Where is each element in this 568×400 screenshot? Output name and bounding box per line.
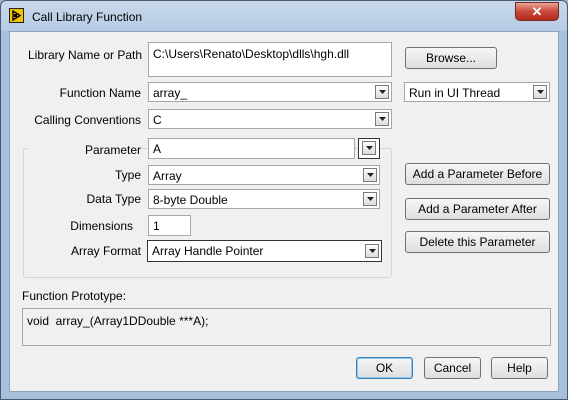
thread-select[interactable]: Run in UI Thread xyxy=(404,82,550,102)
browse-button[interactable]: Browse... xyxy=(405,47,497,69)
dialog-client: Library Name or Path C:\Users\Renato\Des… xyxy=(9,31,559,392)
parameter-label: Parameter xyxy=(28,143,141,157)
chevron-down-icon[interactable] xyxy=(533,85,547,99)
close-icon: ✕ xyxy=(531,4,543,19)
calling-conventions-label: Calling Conventions xyxy=(34,113,141,127)
close-button[interactable]: ✕ xyxy=(515,2,559,21)
delete-parameter-button[interactable]: Delete this Parameter xyxy=(405,231,550,253)
data-type-select[interactable]: 8-byte Double xyxy=(148,189,380,209)
data-type-value: 8-byte Double xyxy=(153,193,228,207)
array-format-value: Array Handle Pointer xyxy=(152,244,264,258)
parameter-dropdown-button[interactable] xyxy=(358,138,380,159)
add-parameter-before-button[interactable]: Add a Parameter Before xyxy=(405,163,550,185)
type-value: Array xyxy=(153,169,182,183)
type-label: Type xyxy=(114,168,141,182)
calling-conventions-value: C xyxy=(153,113,162,127)
function-name-label: Function Name xyxy=(59,86,141,100)
function-prototype-label: Function Prototype: xyxy=(22,289,127,303)
calling-conventions-select[interactable]: C xyxy=(148,109,392,129)
dimensions-label: Dimensions xyxy=(70,219,133,233)
data-type-label: Data Type xyxy=(86,192,141,206)
thread-value: Run in UI Thread xyxy=(409,86,501,100)
type-select[interactable]: Array xyxy=(148,165,380,185)
ok-button[interactable]: OK xyxy=(356,357,413,379)
function-name-combo[interactable]: array_ xyxy=(148,82,392,102)
function-prototype-text: void array_(Array1DDouble ***A); xyxy=(27,314,209,328)
function-name-value: array_ xyxy=(153,86,188,100)
title-bar[interactable]: Call Library Function ✕ xyxy=(1,1,567,31)
chevron-down-icon[interactable] xyxy=(375,112,389,126)
labview-icon xyxy=(9,8,24,23)
library-path-label: Library Name or Path xyxy=(28,48,143,62)
function-prototype-box: void array_(Array1DDouble ***A); xyxy=(22,308,551,346)
chevron-down-icon[interactable] xyxy=(375,85,389,99)
dimensions-input[interactable]: 1 xyxy=(148,215,191,236)
window-title: Call Library Function xyxy=(32,10,143,24)
array-format-label: Array Format xyxy=(70,244,141,258)
chevron-down-icon[interactable] xyxy=(363,168,377,182)
parameter-name-input[interactable]: A xyxy=(148,138,355,159)
dialog-window: Call Library Function ✕ Library Name or … xyxy=(0,0,568,400)
chevron-down-icon[interactable] xyxy=(363,192,377,206)
help-button[interactable]: Help xyxy=(491,357,548,379)
array-format-select[interactable]: Array Handle Pointer xyxy=(147,240,382,262)
chevron-down-icon xyxy=(362,141,376,155)
library-path-input[interactable]: C:\Users\Renato\Desktop\dlls\hgh.dll xyxy=(148,42,392,77)
add-parameter-after-button[interactable]: Add a Parameter After xyxy=(405,198,550,220)
cancel-button[interactable]: Cancel xyxy=(424,357,481,379)
chevron-down-icon[interactable] xyxy=(365,244,379,258)
